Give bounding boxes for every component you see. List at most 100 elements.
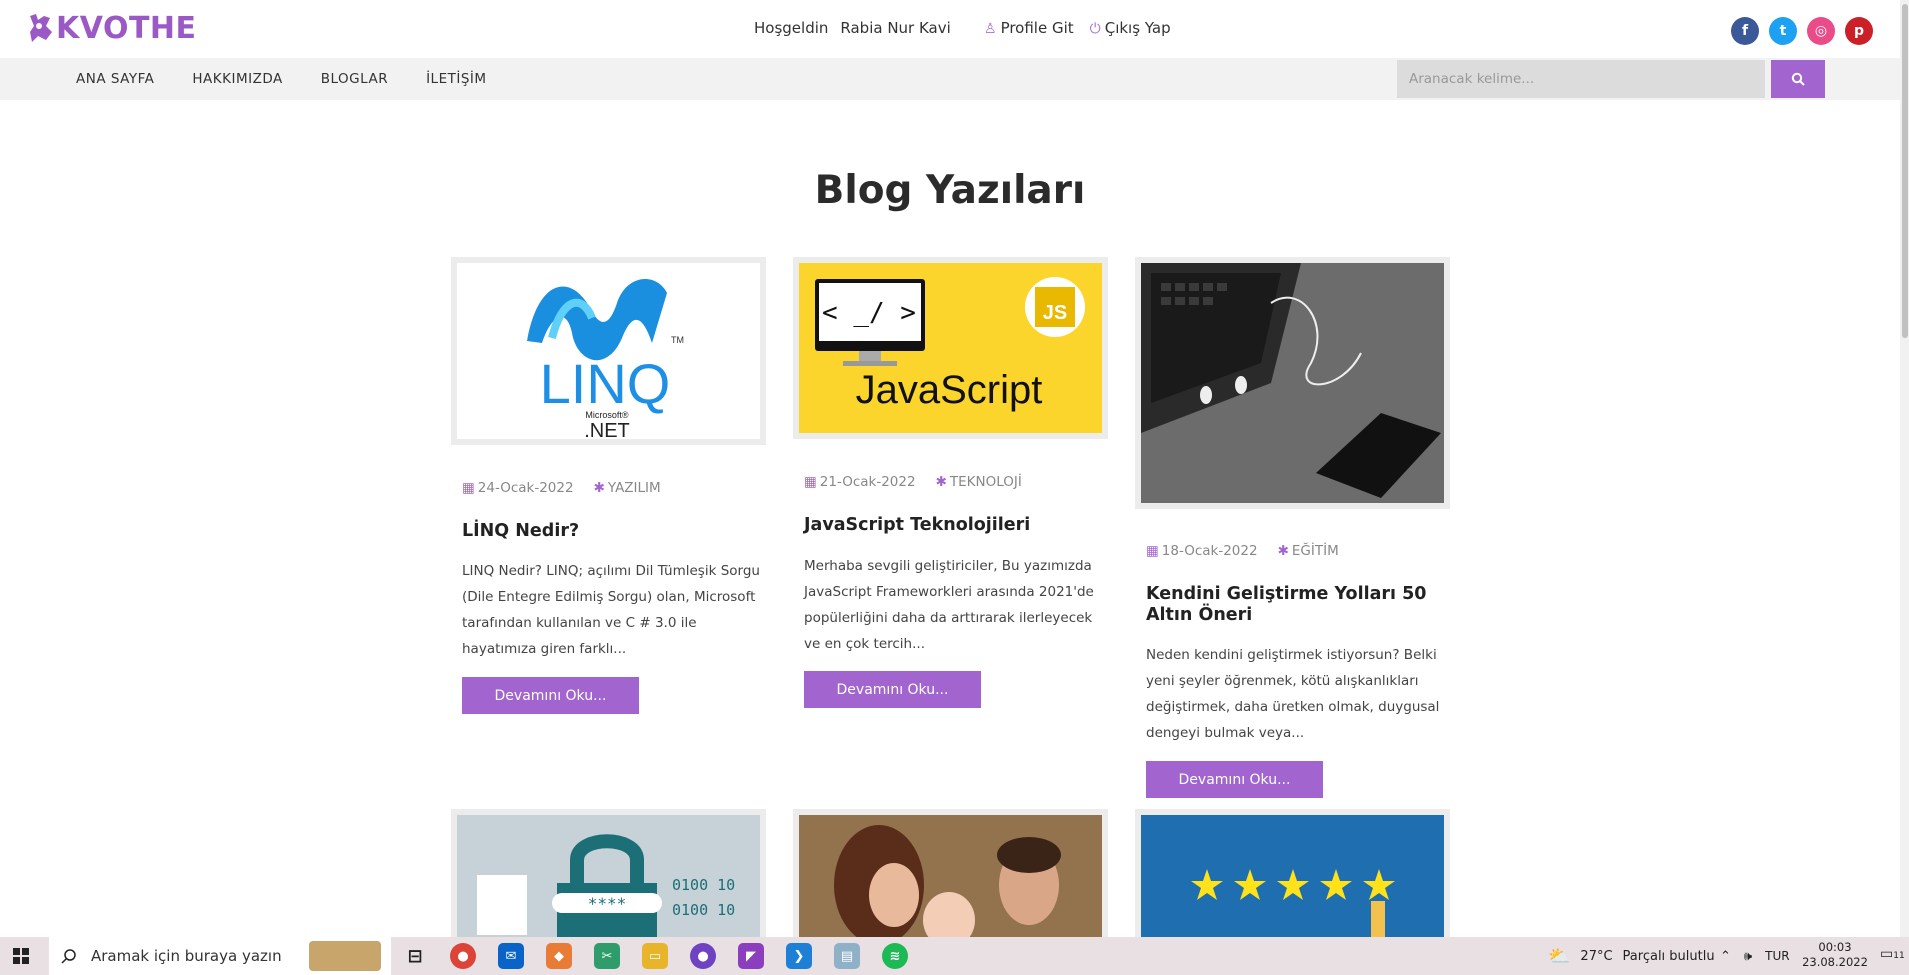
post-title[interactable]: LİNQ Nedir?	[462, 521, 762, 542]
visual-studio-icon[interactable]: ◤	[738, 943, 764, 969]
account-links: ♙ Profile Git ⏻ Çıkış Yap	[984, 19, 1171, 37]
post-image-javascript[interactable]: < _/ > JS JavaScript	[793, 257, 1108, 439]
vertical-scrollbar[interactable]	[1900, 0, 1909, 937]
language-indicator[interactable]: TUR	[1765, 949, 1789, 963]
post-meta: ▦ 24-Ocak-2022 ✱ YAZILIM	[462, 480, 661, 496]
photos-app-icon[interactable]: ◆	[546, 943, 572, 969]
read-more-button[interactable]: Devamını Oku...	[462, 677, 639, 714]
post-title[interactable]: Kendini Geliştirme Yolları 50 Altın Öner…	[1146, 584, 1446, 626]
nav-blogs[interactable]: BLOGLAR	[321, 71, 388, 87]
notepad-icon[interactable]: ▤	[834, 943, 860, 969]
post-meta: ▦ 18-Ocak-2022 ✱ EĞİTİM	[1146, 543, 1339, 559]
date-text: 18-Ocak-2022	[1161, 543, 1258, 559]
system-tray: ⛅ 27°C Parçalı bulutlu	[1548, 937, 1715, 975]
taskbar-search[interactable]: Aramak için buraya yazın	[49, 937, 391, 975]
dribbble-icon[interactable]: ◎	[1807, 17, 1835, 45]
post-date: ▦ 24-Ocak-2022	[462, 480, 574, 496]
post-meta: ▦ 21-Ocak-2022 ✱ TEKNOLOJİ	[804, 474, 1022, 490]
date-text: 24-Ocak-2022	[477, 480, 574, 496]
read-more-button[interactable]: Devamını Oku...	[804, 671, 981, 708]
svg-text:Microsoft®: Microsoft®	[585, 410, 629, 420]
post-image-family[interactable]	[793, 809, 1108, 937]
post-category[interactable]: ✱ EĞİTİM	[1278, 543, 1339, 559]
post-title[interactable]: JavaScript Teknolojileri	[804, 515, 1104, 536]
clock[interactable]: 00:03 23.08.2022	[1800, 940, 1870, 970]
security-lock-icon: **** 0100 10 0100 10	[457, 815, 760, 937]
post-image-laptop[interactable]	[1135, 257, 1450, 509]
post-category[interactable]: ✱ YAZILIM	[594, 480, 661, 496]
notification-count: 11	[1893, 951, 1905, 961]
post-excerpt: LINQ Nedir? LINQ; açılımı Dil Tümleşik S…	[462, 563, 760, 657]
notification-icon[interactable]: ▭11	[1880, 946, 1905, 962]
pinterest-icon[interactable]: p	[1845, 17, 1873, 45]
asterisk-icon: ✱	[593, 480, 605, 496]
svg-text:****: ****	[588, 894, 627, 913]
social-links: f t ◎ p	[1731, 17, 1873, 45]
nav-contact[interactable]: İLETİŞİM	[426, 71, 486, 87]
nav-about[interactable]: HAKKIMIZDA	[192, 71, 282, 87]
weather-text[interactable]: Parçalı bulutlu	[1623, 949, 1715, 964]
logout-label: Çıkış Yap	[1104, 19, 1171, 37]
svg-text:LINQ: LINQ	[540, 352, 671, 415]
svg-text:.NET: .NET	[584, 420, 630, 439]
welcome-label: Hoşgeldin	[754, 19, 829, 37]
family-photo-icon	[799, 815, 1102, 937]
chevron-up-icon[interactable]: ⌃	[1720, 949, 1731, 964]
category-text: EĞİTİM	[1291, 543, 1339, 559]
post-date: ▦ 21-Ocak-2022	[804, 474, 916, 490]
top-header: KVOTHE Hoşgeldin Rabia Nur Kavi ♙ Profile…	[0, 0, 1909, 58]
svg-text:JavaScript: JavaScript	[856, 368, 1043, 412]
github-desktop-icon[interactable]: ●	[690, 943, 716, 969]
post-excerpt: Merhaba sevgili geliştiriciler, Bu yazım…	[804, 558, 1094, 652]
read-more-button[interactable]: Devamını Oku...	[1146, 761, 1323, 798]
weather-temp[interactable]: 27°C	[1580, 949, 1612, 964]
user-name: Rabia Nur Kavi	[840, 19, 951, 37]
nav-home[interactable]: ANA SAYFA	[76, 71, 154, 87]
windows-start-icon[interactable]	[13, 948, 29, 968]
file-explorer-icon[interactable]: ▭	[642, 943, 668, 969]
svg-text:0100 10: 0100 10	[672, 901, 735, 919]
search-highlight-image	[309, 941, 381, 971]
svg-text:< _/ >: < _/ >	[822, 298, 916, 328]
task-view-icon[interactable]: ⊟	[402, 943, 428, 969]
mail-icon[interactable]: ✉	[498, 943, 524, 969]
search-input[interactable]	[1397, 60, 1765, 98]
svg-text:JS: JS	[1043, 302, 1067, 324]
post-image-stars[interactable]	[1135, 809, 1450, 937]
brand-logo[interactable]: KVOTHE	[26, 10, 197, 46]
javascript-illustration-icon: < _/ > JS JavaScript	[799, 263, 1102, 433]
category-text: TEKNOLOJİ	[949, 474, 1022, 490]
logout-link[interactable]: ⏻ Çıkış Yap	[1090, 19, 1171, 37]
five-stars-icon	[1141, 815, 1444, 937]
search-button[interactable]	[1771, 60, 1825, 98]
calendar-icon: ▦	[804, 474, 817, 490]
post-date: ▦ 18-Ocak-2022	[1146, 543, 1258, 559]
logo-mark-icon	[30, 14, 52, 42]
speaker-icon[interactable]: 🕪	[1744, 949, 1752, 964]
taskbar-search-placeholder: Aramak için buraya yazın	[91, 947, 282, 965]
welcome-text: Hoşgeldin Rabia Nur Kavi	[754, 19, 951, 37]
svg-text:0100 10: 0100 10	[672, 876, 735, 894]
weather-icon[interactable]: ⛅	[1548, 946, 1570, 967]
spotify-icon[interactable]: ≋	[882, 943, 908, 969]
vscode-icon[interactable]: ❯	[786, 943, 812, 969]
clock-time: 00:03	[1818, 940, 1852, 954]
twitter-icon[interactable]: t	[1769, 17, 1797, 45]
search-icon	[61, 949, 76, 964]
profile-link[interactable]: ♙ Profile Git	[984, 19, 1074, 37]
post-category[interactable]: ✱ TEKNOLOJİ	[936, 474, 1022, 490]
facebook-icon[interactable]: f	[1731, 17, 1759, 45]
category-text: YAZILIM	[607, 480, 661, 496]
scrollbar-thumb[interactable]	[1902, 4, 1908, 338]
tray-icons: ⌃ 🕪 TUR	[1720, 937, 1790, 975]
post-excerpt: Neden kendini geliştirmek istiyorsun? Be…	[1146, 647, 1440, 741]
chrome-icon[interactable]: ●	[450, 943, 476, 969]
snipping-tool-icon[interactable]: ✂	[594, 943, 620, 969]
post-image-security[interactable]: **** 0100 10 0100 10	[451, 809, 766, 937]
calendar-icon: ▦	[462, 480, 475, 496]
windows-taskbar: Aramak için buraya yazın ⊟ ● ✉ ◆ ✂ ▭ ● ◤…	[0, 937, 1909, 975]
post-image-linq[interactable]: LINQ TM Microsoft® .NET	[451, 257, 766, 445]
brand-name: KVOTHE	[56, 10, 197, 46]
laptop-photo-icon	[1141, 263, 1444, 503]
search-icon	[1791, 72, 1805, 86]
